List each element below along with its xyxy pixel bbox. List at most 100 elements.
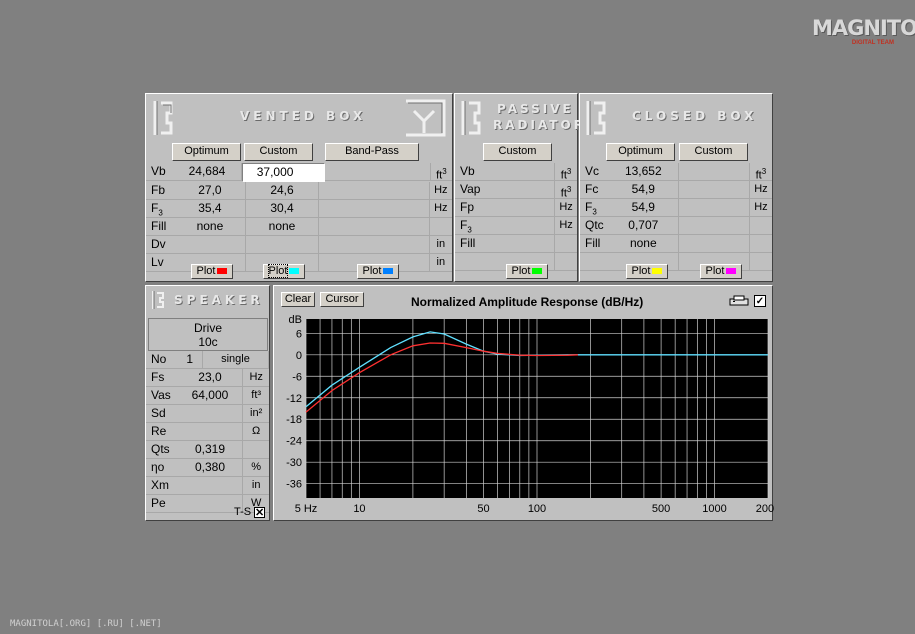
vented-fb-custom[interactable]: 24,6 xyxy=(246,182,319,200)
vented-box-title: VENTED BOX xyxy=(240,109,367,123)
closed-fill-optimum[interactable]: none xyxy=(608,235,680,253)
response-chart: dB 6 0 -6 -12 -18 -24 -30 -36 5 Hz 10 50 100 500 1000 2… xyxy=(286,314,774,515)
row-label: Fill xyxy=(146,218,175,236)
vented-fb-optimum[interactable]: 27,0 xyxy=(174,182,247,200)
speaker-xm-value[interactable] xyxy=(177,477,244,495)
row-unit: Hz xyxy=(429,182,453,200)
vented-fill-optimum[interactable]: none xyxy=(174,218,247,236)
footer-links[interactable]: MAGNITOLA[.ORG] [.RU] [.NET] xyxy=(10,619,162,629)
passive-custom-button[interactable]: Custom xyxy=(483,143,552,161)
row-label: F3 xyxy=(455,217,486,235)
row-unit xyxy=(555,253,577,271)
vented-bandpass-plot-button[interactable]: Plot xyxy=(357,264,399,279)
closed-vc-optimum[interactable]: 13,652 xyxy=(608,163,680,181)
closed-fc-optimum[interactable]: 54,9 xyxy=(608,181,680,199)
closed-fill-custom[interactable] xyxy=(679,235,750,253)
passive-fp-value[interactable] xyxy=(485,199,556,217)
row-unit: in xyxy=(243,477,270,495)
passive-fill-value[interactable] xyxy=(485,235,556,253)
row-label: Qtc xyxy=(580,217,609,235)
vented-f3-custom[interactable]: 30,4 xyxy=(246,200,319,218)
row-label xyxy=(455,253,486,271)
speaker-count-value[interactable]: 1 xyxy=(177,351,203,369)
table-row: Re Ω xyxy=(146,423,270,441)
row-label: Fp xyxy=(455,199,486,217)
row-label: Vas xyxy=(146,387,178,405)
closed-vc-custom[interactable] xyxy=(679,163,750,181)
row-unit xyxy=(749,253,772,271)
closed-qtc-optimum[interactable]: 0,707 xyxy=(608,217,680,235)
speaker-table: Fs 23,0 Hz Vas 64,000 ft³ Sd in² Re Ω Qt… xyxy=(146,369,270,513)
brand-logo: MAGNITOLA DIGITAL TEAM xyxy=(812,16,915,50)
row-unit: ft³ xyxy=(243,387,270,405)
y-tick-label: -6 xyxy=(292,371,302,383)
closed-table: Vc 13,652 ft3 Fc 54,9 Hz F3 54,9 Hz Qtc … xyxy=(580,163,772,271)
row-label: Lv xyxy=(146,254,175,272)
speaker-mode-select[interactable]: single xyxy=(202,351,269,369)
closed-custom-plot-button[interactable]: Plot xyxy=(700,264,742,279)
speaker-sd-value[interactable] xyxy=(177,405,244,423)
row-unit xyxy=(429,218,453,236)
row-label: ηo xyxy=(146,459,178,477)
closed-fc-custom[interactable] xyxy=(679,181,750,199)
closed-f3-optimum[interactable]: 54,9 xyxy=(608,199,680,217)
vented-custom-button[interactable]: Custom xyxy=(244,143,313,161)
row-label: Fs xyxy=(146,369,178,387)
app-window: { "brand": {"logo_text": "MAGNITOLA", "l… xyxy=(0,0,915,634)
vented-vb-bandpass[interactable] xyxy=(325,163,431,181)
vented-optimum-button[interactable]: Optimum xyxy=(172,143,241,161)
passive-vap-value[interactable] xyxy=(485,181,556,199)
passive-plot-button[interactable]: Plot xyxy=(506,264,548,279)
table-row xyxy=(580,253,772,271)
vented-fill-bandpass[interactable] xyxy=(318,218,430,236)
table-row: F3 54,9 Hz xyxy=(580,199,772,217)
vented-f3-optimum[interactable]: 35,4 xyxy=(174,200,247,218)
table-row: Fill none xyxy=(580,235,772,253)
closed-optimum-button[interactable]: Optimum xyxy=(606,143,675,161)
passive-vb-value[interactable] xyxy=(485,163,556,181)
table-row: Xm in xyxy=(146,477,270,495)
vented-dv-bandpass[interactable] xyxy=(318,236,430,254)
speaker-efficiency-value[interactable]: 0,380 xyxy=(177,459,244,477)
passive-radiator-title-1: PASSIVE xyxy=(497,102,574,116)
plot-color-swatch xyxy=(652,268,663,275)
vented-vb-optimum[interactable]: 24,684 xyxy=(173,163,242,181)
row-label: Vc xyxy=(580,163,609,181)
vented-optimum-plot-button[interactable]: Plot xyxy=(191,264,233,279)
vented-fb-bandpass[interactable] xyxy=(318,182,430,200)
row-label: F3 xyxy=(580,199,609,217)
closed-f3-custom[interactable] xyxy=(679,199,750,217)
speaker-icon xyxy=(150,288,168,312)
row-unit: Hz xyxy=(429,200,453,218)
row-label: Fb xyxy=(146,182,175,200)
vented-dv-custom[interactable] xyxy=(246,236,319,254)
speaker-qts-value[interactable]: 0,319 xyxy=(177,441,244,459)
closed-optimum-plot-button[interactable]: Plot xyxy=(626,264,668,279)
row-unit: % xyxy=(243,459,270,477)
x-tick-label: 5 Hz xyxy=(295,503,318,515)
row-label: Re xyxy=(146,423,178,441)
closed-custom-button[interactable]: Custom xyxy=(679,143,748,161)
ts-checkbox[interactable]: ✕ xyxy=(254,507,265,519)
x-tick-label: 100 xyxy=(528,503,546,515)
row-unit: ft3 xyxy=(749,163,772,182)
vented-fill-custom[interactable]: none xyxy=(246,218,319,236)
plot-color-swatch xyxy=(726,268,737,275)
vented-box-panel: VENTED BOX Optimum Custom Band-Pass Vb 2… xyxy=(145,93,453,282)
vented-vb-custom-input[interactable]: 37,000 xyxy=(241,163,326,182)
vented-f3-bandpass[interactable] xyxy=(318,200,430,218)
vented-custom-plot-button[interactable]: Plot xyxy=(263,264,305,279)
closed-qtc-custom[interactable] xyxy=(679,217,750,235)
vented-dv-optimum[interactable] xyxy=(174,236,247,254)
speaker-vas-value[interactable]: 64,000 xyxy=(177,387,244,405)
x-tick-label: 50 xyxy=(477,503,489,515)
row-unit: in xyxy=(429,236,453,254)
speaker-drive-selector[interactable]: Drive 10c xyxy=(148,318,268,351)
passive-f3-value[interactable] xyxy=(485,217,556,235)
speaker-re-value[interactable] xyxy=(177,423,244,441)
row-unit: ft3 xyxy=(555,181,577,200)
speaker-fs-value[interactable]: 23,0 xyxy=(177,369,244,387)
vented-bandpass-button[interactable]: Band-Pass xyxy=(325,143,419,161)
row-label: Vb xyxy=(455,163,486,181)
vented-table: Vb 24,684 37,000 ft3 Fb 27,0 24,6 Hz F3 … xyxy=(146,163,453,272)
